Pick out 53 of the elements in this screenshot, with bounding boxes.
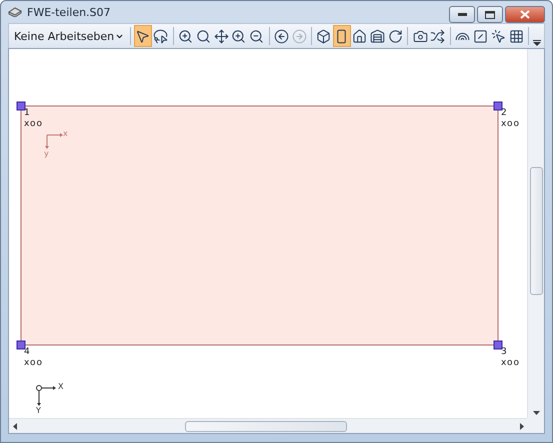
node-marker[interactable] (494, 340, 502, 350)
minimize-button[interactable] (449, 6, 475, 23)
axis-label: X (58, 382, 64, 391)
lasso-icon (153, 28, 168, 44)
house-icon (352, 28, 368, 44)
scroll-thumb[interactable] (530, 167, 542, 295)
toolbar-button[interactable] (332, 25, 351, 47)
zoom-out-icon (249, 28, 264, 44)
minimize-icon (458, 13, 466, 16)
node-label: xoo (24, 119, 44, 129)
zoom-in-icon (231, 28, 246, 44)
zoom-in-icon (178, 28, 193, 44)
rotate-icon (388, 28, 403, 44)
shuffle-icon (430, 28, 446, 44)
grid-icon (508, 28, 524, 44)
scroll-thumb[interactable] (185, 420, 347, 432)
magnifier-icon (196, 28, 211, 44)
global-axes-drawing (36, 385, 56, 406)
building-icon (370, 28, 385, 44)
overflow-icon (532, 40, 541, 46)
left-arrow-icon (12, 422, 16, 430)
move-icon (214, 28, 229, 44)
window-title: FWE-teilen.S07 (27, 6, 112, 18)
slashed-square-icon (472, 28, 488, 44)
work-plane-dropdown[interactable]: Keine Arbeitseben (11, 30, 128, 42)
axis-label: y (44, 149, 49, 158)
close-button[interactable] (505, 6, 545, 23)
horizontal-scrollbar[interactable] (9, 418, 527, 433)
node-number: 1 (24, 108, 30, 118)
down-arrow-icon (532, 410, 540, 414)
maximize-button[interactable] (477, 6, 503, 23)
right-arrow-icon (520, 422, 524, 430)
pointer-icon (135, 28, 150, 44)
click-pointer-icon (490, 28, 506, 44)
cube-icon (316, 28, 332, 44)
camera-icon (412, 28, 428, 44)
node-marker[interactable] (494, 102, 502, 110)
node-marker[interactable] (16, 340, 26, 350)
axis-label: x (63, 129, 68, 138)
axis-label: Y (36, 406, 41, 415)
node-marker[interactable] (16, 102, 26, 110)
node-number: 2 (501, 108, 507, 118)
vertical-scrollbar[interactable] (527, 49, 544, 418)
node-number: 4 (24, 347, 30, 357)
toolbar-button[interactable] (134, 25, 152, 47)
maximize-icon (485, 10, 495, 18)
node-label: xoo (24, 358, 44, 368)
node-label: xoo (501, 119, 520, 129)
close-icon (520, 10, 530, 19)
node-label: xoo (501, 358, 520, 368)
local-axes-drawing (45, 133, 63, 149)
node-number: 3 (501, 347, 507, 357)
window-app-icon (8, 7, 22, 17)
